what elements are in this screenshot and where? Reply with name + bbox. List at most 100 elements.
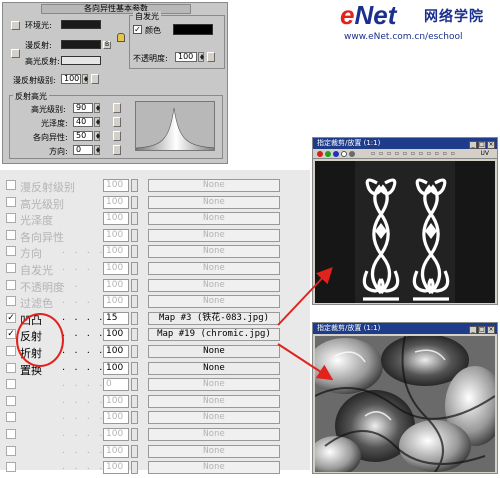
map-amount-arrows[interactable] [131, 179, 138, 192]
ambient-color-swatch[interactable] [61, 20, 101, 29]
map-amount-spinner[interactable]: 100 [103, 444, 129, 458]
map-enable-checkbox[interactable] [6, 213, 16, 224]
map-slot-button[interactable]: Map #3 (铁花-083.jpg) [148, 311, 280, 325]
map-amount-spinner[interactable]: 100 [103, 428, 129, 441]
alpha-channel-icon[interactable] [349, 151, 355, 157]
map-amount-arrows[interactable] [131, 345, 138, 358]
link-icon[interactable] [11, 21, 20, 30]
map-enable-checkbox[interactable] [6, 445, 16, 456]
minimize-button[interactable]: _ [469, 141, 477, 149]
map-amount-spinner[interactable]: 100 [103, 361, 129, 375]
map-slot-button[interactable]: None [148, 428, 280, 441]
glossiness-map-button[interactable] [113, 117, 121, 127]
map-amount-arrows[interactable] [131, 461, 138, 475]
diffuse-color-swatch[interactable] [61, 40, 101, 49]
window-2-title-bar[interactable]: 指定裁剪/放置 (1:1) _ □ × [313, 323, 497, 334]
map-slot-button[interactable]: None [148, 461, 280, 475]
map-slot-button[interactable]: None [148, 278, 280, 292]
map-enable-checkbox[interactable] [6, 296, 16, 307]
map-enable-checkbox[interactable] [6, 429, 16, 439]
map-enable-checkbox[interactable] [6, 229, 16, 240]
map-amount-spinner[interactable]: 100 [103, 212, 129, 226]
specular-level-spinner-arrows[interactable] [94, 103, 100, 113]
anisotropy-map-button[interactable] [113, 131, 121, 141]
map-amount-spinner[interactable]: 0 [103, 378, 129, 392]
red-channel-icon[interactable] [317, 151, 323, 157]
map-slot-button[interactable]: None [148, 195, 280, 209]
opacity-spinner[interactable]: 100 [175, 52, 197, 62]
map-amount-spinner[interactable]: 100 [103, 245, 129, 259]
map-slot-button[interactable]: None [148, 262, 280, 275]
blue-channel-icon[interactable] [333, 151, 339, 157]
map-enable-checkbox[interactable] [6, 180, 16, 190]
orientation-spinner[interactable]: 0 [73, 145, 93, 155]
self-illum-color-swatch[interactable] [173, 24, 213, 35]
map-amount-spinner[interactable]: 15 [103, 311, 129, 325]
map-amount-arrows[interactable] [131, 411, 138, 425]
minimize-button[interactable]: _ [469, 326, 477, 334]
map-amount-spinner[interactable]: 100 [103, 228, 129, 242]
map-slot-button[interactable]: None [148, 295, 280, 309]
map-slot-button[interactable]: None [148, 228, 280, 242]
map-enable-checkbox[interactable] [6, 462, 16, 473]
maximize-button[interactable]: □ [478, 141, 486, 149]
panel-title-bar[interactable]: 各向异性基本参数 [41, 4, 191, 14]
map-amount-arrows[interactable] [131, 444, 138, 458]
map-amount-spinner[interactable]: 100 [103, 394, 129, 408]
color-checkbox[interactable]: ✓ [133, 25, 142, 34]
map-amount-spinner[interactable]: 100 [103, 179, 129, 192]
diffuse-level-spinner-arrows[interactable] [82, 74, 88, 84]
lock-icon[interactable] [117, 33, 125, 42]
map-slot-button[interactable]: None [148, 245, 280, 259]
glossiness-spinner[interactable]: 40 [73, 117, 93, 127]
map-slot-button[interactable]: None [148, 444, 280, 458]
map-slot-button[interactable]: None [148, 378, 280, 392]
map-amount-arrows[interactable] [131, 212, 138, 226]
map-amount-spinner[interactable]: 100 [103, 295, 129, 309]
diffuse-map-button[interactable]: B [103, 41, 111, 49]
white-channel-icon[interactable] [341, 151, 347, 157]
map-amount-arrows[interactable] [131, 311, 138, 325]
specular-level-map-button[interactable] [113, 103, 121, 113]
map-enable-checkbox[interactable] [6, 263, 16, 273]
map-amount-spinner[interactable]: 100 [103, 278, 129, 292]
map-amount-arrows[interactable] [131, 394, 138, 408]
diffuse-level-spinner[interactable]: 100 [61, 74, 81, 84]
map-enable-checkbox[interactable]: ✓ [6, 312, 16, 323]
close-button[interactable]: × [487, 326, 495, 334]
map-amount-arrows[interactable] [131, 228, 138, 242]
anisotropy-spinner-arrows[interactable] [94, 131, 100, 141]
map-slot-button[interactable]: None [148, 345, 280, 358]
map-slot-button[interactable]: None [148, 411, 280, 425]
map-amount-spinner[interactable]: 100 [103, 195, 129, 209]
map-amount-arrows[interactable] [131, 245, 138, 259]
map-amount-spinner[interactable]: 100 [103, 262, 129, 275]
map-amount-arrows[interactable] [131, 378, 138, 392]
map-amount-spinner[interactable]: 100 [103, 345, 129, 358]
map-amount-arrows[interactable] [131, 295, 138, 309]
green-channel-icon[interactable] [325, 151, 331, 157]
map-slot-button[interactable]: None [148, 212, 280, 226]
close-button[interactable]: × [487, 141, 495, 149]
map-amount-arrows[interactable] [131, 262, 138, 275]
map-enable-checkbox[interactable] [6, 379, 16, 390]
map-enable-checkbox[interactable] [6, 246, 16, 257]
specular-level-spinner[interactable]: 90 [73, 103, 93, 113]
orientation-spinner-arrows[interactable] [94, 145, 100, 155]
map-amount-arrows[interactable] [131, 195, 138, 209]
maximize-button[interactable]: □ [478, 326, 486, 334]
window-1-title-bar[interactable]: 指定裁剪/放置 (1:1) _ □ × [313, 138, 497, 149]
map-slot-button[interactable]: Map #19 (chromic.jpg) [148, 328, 280, 342]
specular-color-swatch[interactable] [61, 56, 101, 65]
map-amount-spinner[interactable]: 100 [103, 411, 129, 425]
map-enable-checkbox[interactable] [6, 196, 16, 207]
map-enable-checkbox[interactable] [6, 362, 16, 373]
map-amount-spinner[interactable]: 100 [103, 461, 129, 475]
map-slot-button[interactable]: None [148, 394, 280, 408]
glossiness-spinner-arrows[interactable] [94, 117, 100, 127]
map-enable-checkbox[interactable] [6, 279, 16, 290]
map-slot-button[interactable]: None [148, 361, 280, 375]
map-enable-checkbox[interactable] [6, 395, 16, 406]
map-enable-checkbox[interactable] [6, 346, 16, 356]
map-amount-spinner[interactable]: 100 [103, 328, 129, 342]
